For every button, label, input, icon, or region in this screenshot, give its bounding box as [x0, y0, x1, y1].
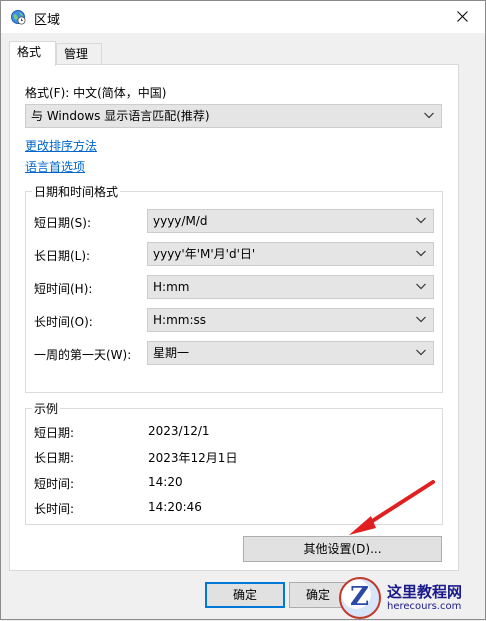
short-date-label: 短日期(S): [34, 216, 92, 230]
examples-group: 示例 短日期: 2023/12/1 长日期: 2023年12月1日 短时间: 1… [25, 400, 443, 525]
language-preferences-link[interactable]: 语言首选项 [25, 158, 85, 175]
long-time-dropdown[interactable]: H:mm:ss [147, 308, 434, 332]
ok-button[interactable]: 确定 [205, 582, 285, 608]
site-watermark: Z 这里教程网 herecours.com [339, 574, 486, 621]
chevron-down-icon [416, 283, 426, 290]
watermark-title: 这里教程网 [387, 582, 463, 601]
example-short-date-label: 短日期: [34, 426, 75, 440]
long-date-dropdown[interactable]: yyyy'年'M'月'd'日' [147, 242, 434, 266]
long-date-value: yyyy'年'M'月'd'日' [153, 247, 256, 261]
example-short-date-value: 2023/12/1 [148, 424, 210, 438]
format-dropdown[interactable]: 与 Windows 显示语言匹配(推荐) [25, 104, 442, 128]
chevron-down-icon [416, 316, 426, 323]
example-short-time-value: 14:20 [148, 475, 183, 489]
example-long-date-value: 2023年12月1日 [148, 451, 238, 465]
tab-format[interactable]: 格式 [9, 41, 56, 66]
long-time-value: H:mm:ss [153, 313, 206, 327]
other-settings-button[interactable]: 其他设置(D)... [243, 536, 442, 562]
watermark-text: 这里教程网 herecours.com [387, 583, 462, 613]
examples-group-title: 示例 [32, 400, 61, 417]
example-long-date-label: 长日期: [34, 451, 75, 465]
globe-clock-icon [11, 10, 26, 25]
short-date-value: yyyy/M/d [153, 214, 208, 228]
datetime-format-group: 日期和时间格式 短日期(S): yyyy/M/d 长日期(L): yyyy'年'… [25, 183, 443, 393]
example-short-time-label: 短时间: [34, 477, 75, 491]
short-time-label: 短时间(H): [34, 282, 93, 296]
first-day-of-week-label: 一周的第一天(W): [34, 348, 132, 362]
format-label: 格式(F): 中文(简体，中国) [25, 86, 167, 100]
chevron-down-icon [416, 250, 426, 257]
example-long-time-value: 14:20:46 [148, 500, 202, 514]
title-bar: 区域 [1, 1, 485, 33]
close-button[interactable] [439, 1, 485, 32]
short-date-dropdown[interactable]: yyyy/M/d [147, 209, 434, 233]
short-time-dropdown[interactable]: H:mm [147, 275, 434, 299]
chevron-down-icon [416, 217, 426, 224]
tab-manage[interactable]: 管理 [56, 43, 102, 65]
short-time-value: H:mm [153, 280, 190, 294]
long-date-label: 长日期(L): [34, 249, 91, 263]
example-long-time-label: 长时间: [34, 502, 75, 516]
long-time-label: 长时间(O): [34, 315, 93, 329]
watermark-logo: Z [339, 576, 381, 619]
watermark-url: herecours.com [387, 600, 462, 612]
change-sort-method-link[interactable]: 更改排序方法 [25, 137, 97, 154]
datetime-group-title: 日期和时间格式 [32, 183, 121, 200]
chevron-down-icon [424, 112, 434, 119]
watermark-logo-letter: Z [350, 581, 369, 612]
region-dialog: 区域 格式 管理 格式(F): 中文(简体，中国) 与 Windows 显示语言… [0, 0, 486, 620]
window-title: 区域 [34, 13, 61, 28]
first-day-of-week-dropdown[interactable]: 星期一 [147, 341, 434, 365]
first-day-of-week-value: 星期一 [153, 346, 190, 360]
chevron-down-icon [416, 349, 426, 356]
close-icon [456, 11, 468, 22]
format-dropdown-value: 与 Windows 显示语言匹配(推荐) [31, 109, 210, 123]
format-tab-panel: 格式(F): 中文(简体，中国) 与 Windows 显示语言匹配(推荐) 更改… [9, 64, 459, 571]
